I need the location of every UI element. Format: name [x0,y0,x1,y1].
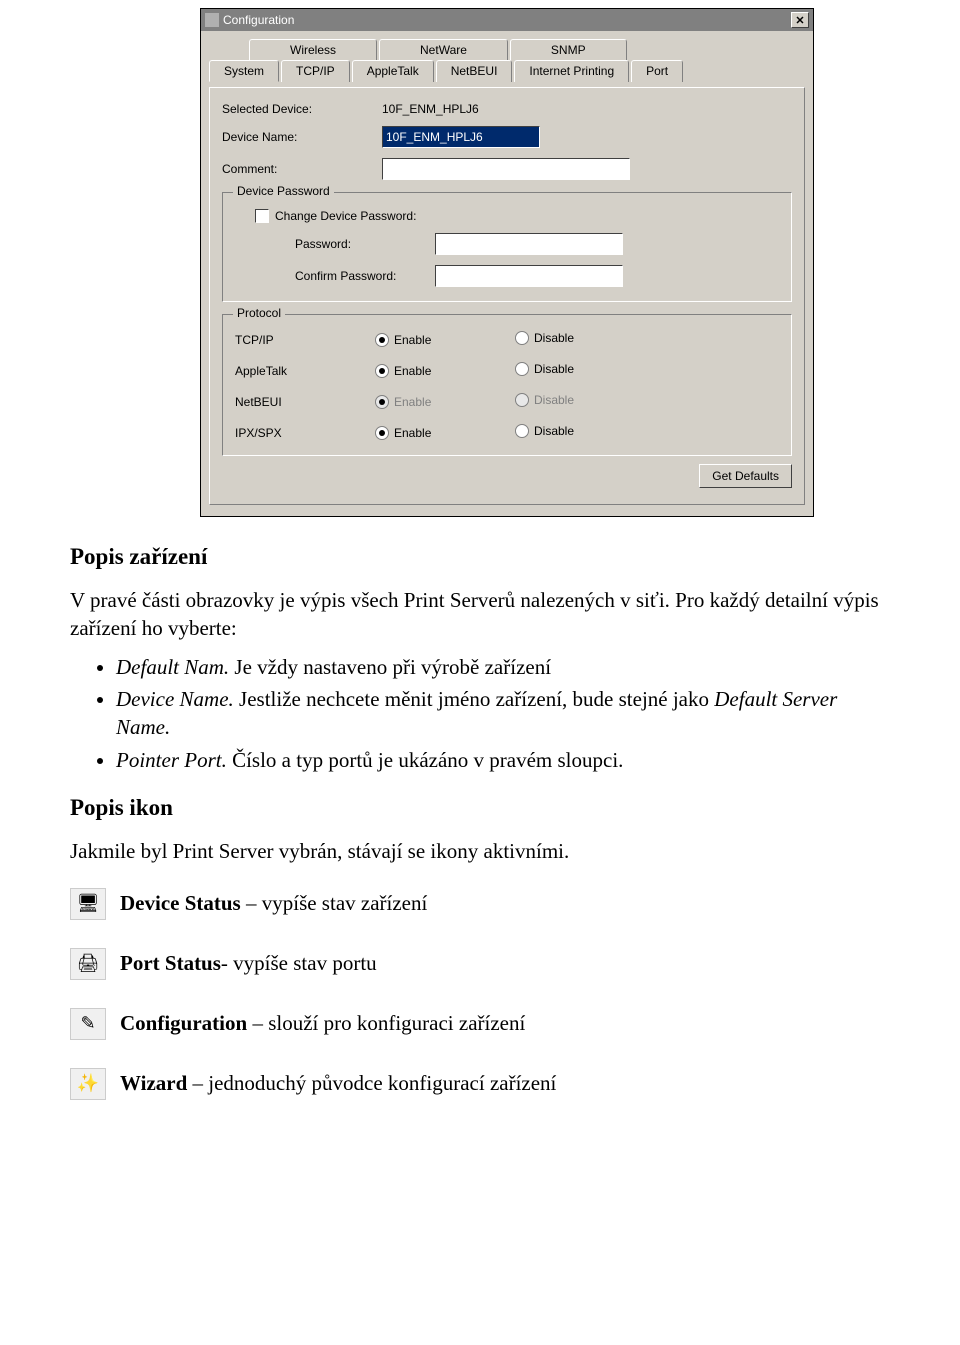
password-label: Password: [295,237,435,251]
get-defaults-button[interactable]: Get Defaults [699,464,792,488]
icon-entry-port-status: 🖨 Port Status- vypíše stav portu [70,948,890,980]
icon-entry-device-status: 🖥 Device Status – vypíše stav zařízení [70,888,890,920]
netbeui-enable-radio: Enable [375,395,431,409]
device-status-icon: 🖥 [70,888,106,920]
paragraph: Jakmile byl Print Server vybrán, stávají… [70,837,890,865]
configuration-window: Configuration ✕ Wireless NetWare SNMP Sy… [200,8,814,517]
change-password-checkbox[interactable]: Change Device Password: [255,209,416,223]
tab-strip: Wireless NetWare SNMP System TCP/IP Appl… [209,37,805,82]
section-heading: Popis zařízení [70,541,890,572]
tab-wireless[interactable]: Wireless [249,39,377,60]
netbeui-disable-radio: Disable [515,393,574,407]
protocol-legend: Protocol [233,306,285,320]
protocol-name: AppleTalk [235,364,375,378]
appletalk-disable-radio[interactable]: Disable [515,362,574,376]
tab-tcpip[interactable]: TCP/IP [281,60,350,82]
tcpip-enable-radio[interactable]: Enable [375,333,431,347]
protocol-row-ipxspx: IPX/SPX Enable Disable [235,424,779,441]
paragraph: V pravé části obrazovky je výpis všech P… [70,586,890,643]
icon-entry-configuration: ✎ Configuration – slouží pro konfiguraci… [70,1008,890,1040]
wizard-icon: ✨ [70,1068,106,1100]
list-item: Default Nam. Je vždy nastaveno při výrob… [116,653,890,681]
bullet-list: Default Nam. Je vždy nastaveno při výrob… [70,653,890,774]
change-password-label: Change Device Password: [275,209,416,223]
tab-netware[interactable]: NetWare [379,39,508,60]
document-body: Popis zařízení V pravé části obrazovky j… [0,541,960,1168]
list-item: Pointer Port. Číslo a typ portů je ukázá… [116,746,890,774]
appletalk-enable-radio[interactable]: Enable [375,364,431,378]
ipxspx-disable-radio[interactable]: Disable [515,424,574,438]
device-name-input[interactable] [382,126,540,148]
protocol-group: Protocol TCP/IP Enable Disable AppleTalk… [222,314,792,456]
ipxspx-enable-radio[interactable]: Enable [375,426,431,440]
device-name-label: Device Name: [222,130,382,144]
system-panel: Selected Device: 10F_ENM_HPLJ6 Device Na… [209,87,805,505]
protocol-name: TCP/IP [235,333,375,347]
window-title: Configuration [223,13,294,27]
app-icon [205,13,219,27]
list-item: Device Name. Jestliže nechcete měnit jmé… [116,685,890,742]
tab-internet-printing[interactable]: Internet Printing [514,60,629,82]
comment-input[interactable] [382,158,630,180]
confirm-password-label: Confirm Password: [295,269,435,283]
tab-system[interactable]: System [209,60,279,82]
titlebar: Configuration ✕ [201,9,813,31]
confirm-password-input[interactable] [435,265,623,287]
device-password-legend: Device Password [233,184,334,198]
tab-snmp[interactable]: SNMP [510,39,627,60]
port-status-icon: 🖨 [70,948,106,980]
protocol-name: IPX/SPX [235,426,375,440]
protocol-name: NetBEUI [235,395,375,409]
close-button[interactable]: ✕ [791,12,809,28]
tcpip-disable-radio[interactable]: Disable [515,331,574,345]
tab-appletalk[interactable]: AppleTalk [352,60,434,82]
comment-label: Comment: [222,162,382,176]
password-input[interactable] [435,233,623,255]
protocol-row-netbeui: NetBEUI Enable Disable [235,393,779,410]
protocol-row-appletalk: AppleTalk Enable Disable [235,362,779,379]
configuration-icon: ✎ [70,1008,106,1040]
section-heading: Popis ikon [70,792,890,823]
tab-netbeui[interactable]: NetBEUI [436,60,513,82]
checkbox-icon [255,209,269,223]
tab-port[interactable]: Port [631,60,683,82]
device-password-group: Device Password Change Device Password: … [222,192,792,302]
selected-device-value: 10F_ENM_HPLJ6 [382,102,479,116]
icon-entry-wizard: ✨ Wizard – jednoduchý původce konfigurac… [70,1068,890,1100]
protocol-row-tcpip: TCP/IP Enable Disable [235,331,779,348]
selected-device-label: Selected Device: [222,102,382,116]
